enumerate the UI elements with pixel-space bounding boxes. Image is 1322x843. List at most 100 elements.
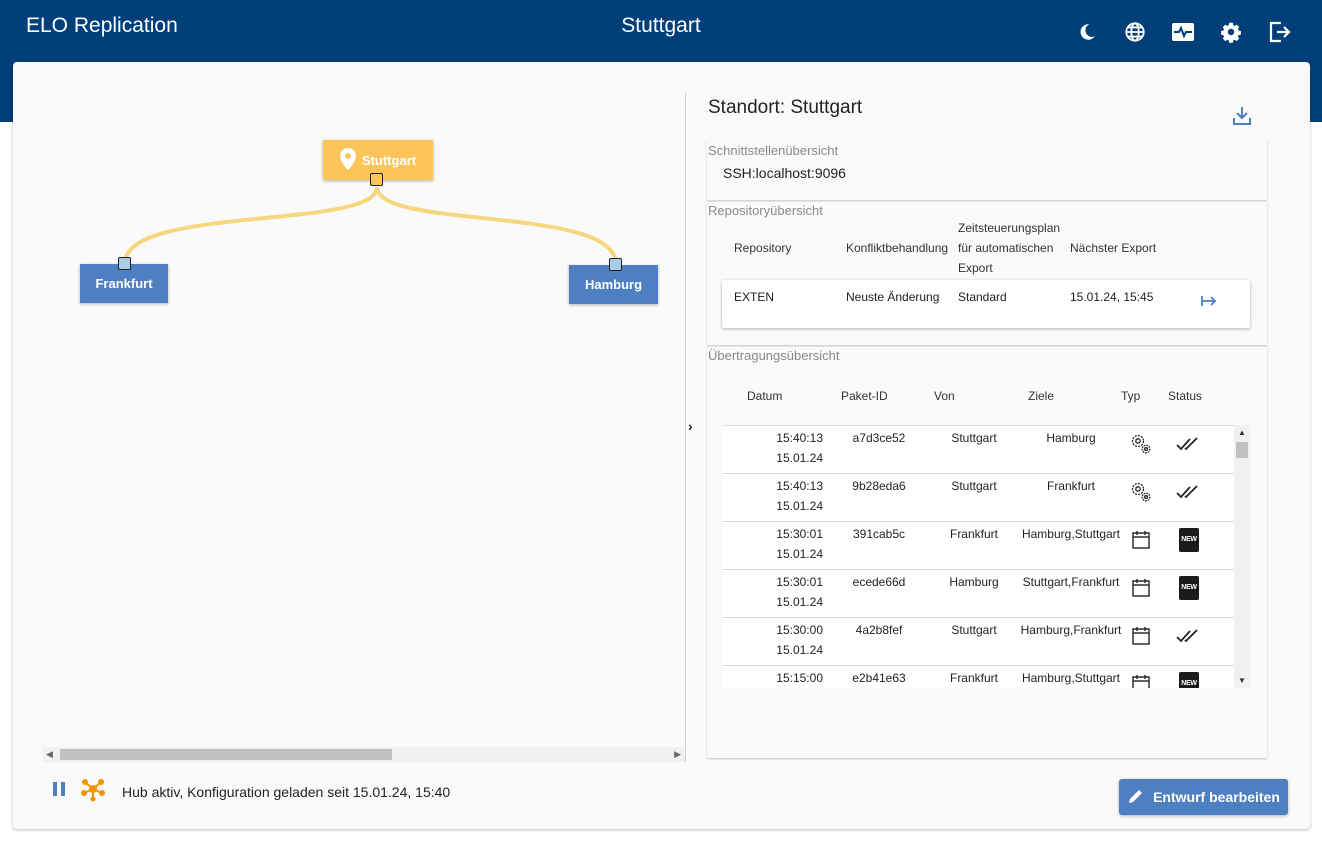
calendar-icon (1129, 672, 1153, 688)
site-node-label: Frankfurt (95, 276, 153, 291)
column-header-type: Typ (1121, 389, 1141, 403)
column-header-package-id: Paket-ID (841, 389, 888, 403)
transfer-package-id: 9b28eda6 (852, 479, 906, 493)
status-badge: NEW (1179, 528, 1199, 552)
detail-title: Standort: Stuttgart (708, 97, 863, 118)
transfer-time: 15:15:00 (776, 671, 823, 685)
calendar-icon (1129, 624, 1153, 648)
transfer-targets: Hamburg,Stuttgart (1021, 527, 1121, 541)
scrollbar-thumb[interactable] (60, 749, 392, 760)
column-header-repository: Repository (734, 241, 792, 255)
column-header-date: Datum (747, 389, 783, 403)
double-check-icon (1176, 624, 1202, 648)
scroll-down-icon[interactable]: ▼ (1238, 676, 1246, 685)
frankfurt-port[interactable] (118, 257, 131, 270)
transfer-time: 15:30:00 (776, 623, 823, 637)
transfer-from: Stuttgart (951, 623, 997, 637)
table-row[interactable]: 15:30:01 15.01.24 ecede66d Hamburg Stuttgart… (723, 569, 1234, 617)
table-row[interactable]: 15:40:13 15.01.24 a7d3ce52 Stuttgart Hamburg (723, 425, 1234, 473)
transfer-date: 15.01.24 (776, 547, 823, 561)
transfer-from: Stuttgart (951, 479, 997, 493)
section-label: Übertragungsübersicht (708, 348, 840, 363)
calendar-icon (1129, 576, 1153, 600)
status-badge: NEW (1179, 576, 1199, 600)
scrollbar-thumb[interactable] (1236, 442, 1248, 458)
graph-horizontal-scrollbar[interactable]: ◀ ▶ (43, 747, 685, 762)
transfers-table: 15:40:13 15.01.24 a7d3ce52 Stuttgart Hamburg… (723, 425, 1250, 688)
top-toolbar (1072, 18, 1294, 46)
table-row[interactable]: 15:30:01 15.01.24 391cab5c Frankfurt Hamburg… (723, 521, 1234, 569)
hub-network-icon (80, 776, 106, 807)
new-badge-icon: NEW (1176, 528, 1202, 552)
download-icon[interactable] (1231, 105, 1253, 132)
transfer-date: 15.01.24 (776, 499, 823, 513)
column-header-from: Von (934, 389, 955, 403)
repositories-section: Repositoryübersicht Repository Konfliktb… (707, 202, 1267, 345)
transfer-date: 15.01.24 (776, 451, 823, 465)
panel-divider (685, 92, 686, 762)
double-check-icon (1176, 432, 1202, 456)
transfer-from: Hamburg (949, 575, 999, 589)
transfer-package-id: 391cab5c (852, 527, 906, 541)
transfer-date: 15.01.24 (776, 643, 823, 657)
section-label: Repositoryübersicht (708, 203, 823, 218)
table-row[interactable]: 15:40:13 15.01.24 9b28eda6 Stuttgart Frankfu… (723, 473, 1234, 521)
column-header-status: Status (1168, 389, 1203, 403)
monitor-icon[interactable] (1168, 18, 1198, 46)
column-header-targets: Ziele (1028, 389, 1055, 403)
table-row[interactable]: 15:15:0015.01.24 e2b41e63 Frankfurt Hamburg… (723, 665, 1234, 688)
collapse-panel-icon[interactable]: › (688, 418, 693, 434)
table-row[interactable]: 15:30:00 15.01.24 4a2b8fef Stuttgart Hamburg… (723, 617, 1234, 665)
transfer-from: Frankfurt (949, 527, 998, 541)
transfer-time: 15:40:13 (776, 431, 823, 445)
logout-icon[interactable] (1264, 18, 1294, 46)
repository-next-export: 15.01.24, 15:45 (1070, 290, 1154, 304)
double-check-icon (1176, 480, 1202, 504)
export-arrow-icon[interactable] (1200, 294, 1218, 313)
transfer-datetime: 15:15:0015.01.24 (743, 668, 823, 688)
section-label: Schnittstellenübersicht (708, 143, 839, 158)
transfers-vertical-scrollbar[interactable]: ▲ ▼ (1234, 425, 1250, 688)
transfer-targets: Hamburg,Stuttgart (1021, 671, 1121, 685)
status-badge: NEW (1179, 672, 1199, 688)
transfer-time: 15:30:01 (776, 527, 823, 541)
transfer-targets: Frankfurt (1046, 479, 1095, 493)
site-node-label: Hamburg (584, 277, 643, 292)
hub-port[interactable] (370, 173, 383, 186)
transfer-package-id: a7d3ce52 (852, 431, 906, 445)
scroll-left-icon[interactable]: ◀ (46, 749, 53, 760)
hamburg-port[interactable] (609, 258, 622, 271)
scroll-right-icon[interactable]: ▶ (674, 749, 681, 760)
hub-node-label: Stuttgart (361, 152, 417, 168)
new-badge-icon: NEW (1176, 672, 1202, 688)
gear-icon[interactable] (1216, 18, 1246, 46)
edit-draft-label: Entwurf bearbeiten (1153, 789, 1280, 805)
column-header-schedule: Zeitsteuerungsplan für automatischen Exp… (958, 221, 1060, 276)
gears-icon (1129, 480, 1153, 504)
transfer-datetime: 15:30:01 15.01.24 (743, 524, 823, 564)
transfer-time: 15:40:13 (776, 479, 823, 493)
schedule-header-line: Zeitsteuerungsplan (958, 221, 1061, 235)
repository-conflict: Neuste Änderung (846, 290, 940, 304)
pencil-icon (1127, 787, 1145, 808)
transfer-datetime: 15:30:00 15.01.24 (743, 620, 823, 660)
transfer-targets: Hamburg,Frankfurt (1020, 623, 1122, 637)
interface-value: SSH:localhost:9096 (723, 165, 846, 181)
location-pin-icon (339, 147, 356, 173)
schedule-header-line: Export (958, 261, 993, 275)
edit-draft-button[interactable]: Entwurf bearbeiten (1119, 779, 1288, 815)
transfer-package-id: ecede66d (852, 575, 906, 589)
repository-row[interactable]: EXTEN Neuste Änderung Standard 15.01.24,… (722, 280, 1250, 328)
transfer-targets: Stuttgart,Frankfurt (1022, 575, 1120, 589)
pause-icon[interactable] (50, 780, 68, 803)
transfers-section: Übertragungsübersicht Datum Paket-ID Von… (707, 347, 1267, 758)
transfer-date: 15.01.24 (776, 595, 823, 609)
column-header-next-export: Nächster Export (1070, 241, 1157, 255)
moon-icon[interactable] (1072, 18, 1102, 46)
globe-icon[interactable] (1120, 18, 1150, 46)
repository-name: EXTEN (734, 290, 775, 304)
transfer-datetime: 15:40:13 15.01.24 (743, 476, 823, 516)
repository-schedule: Standard (958, 290, 1007, 304)
scroll-up-icon[interactable]: ▲ (1238, 428, 1246, 437)
column-header-conflict: Konfliktbehandlung (846, 241, 949, 255)
